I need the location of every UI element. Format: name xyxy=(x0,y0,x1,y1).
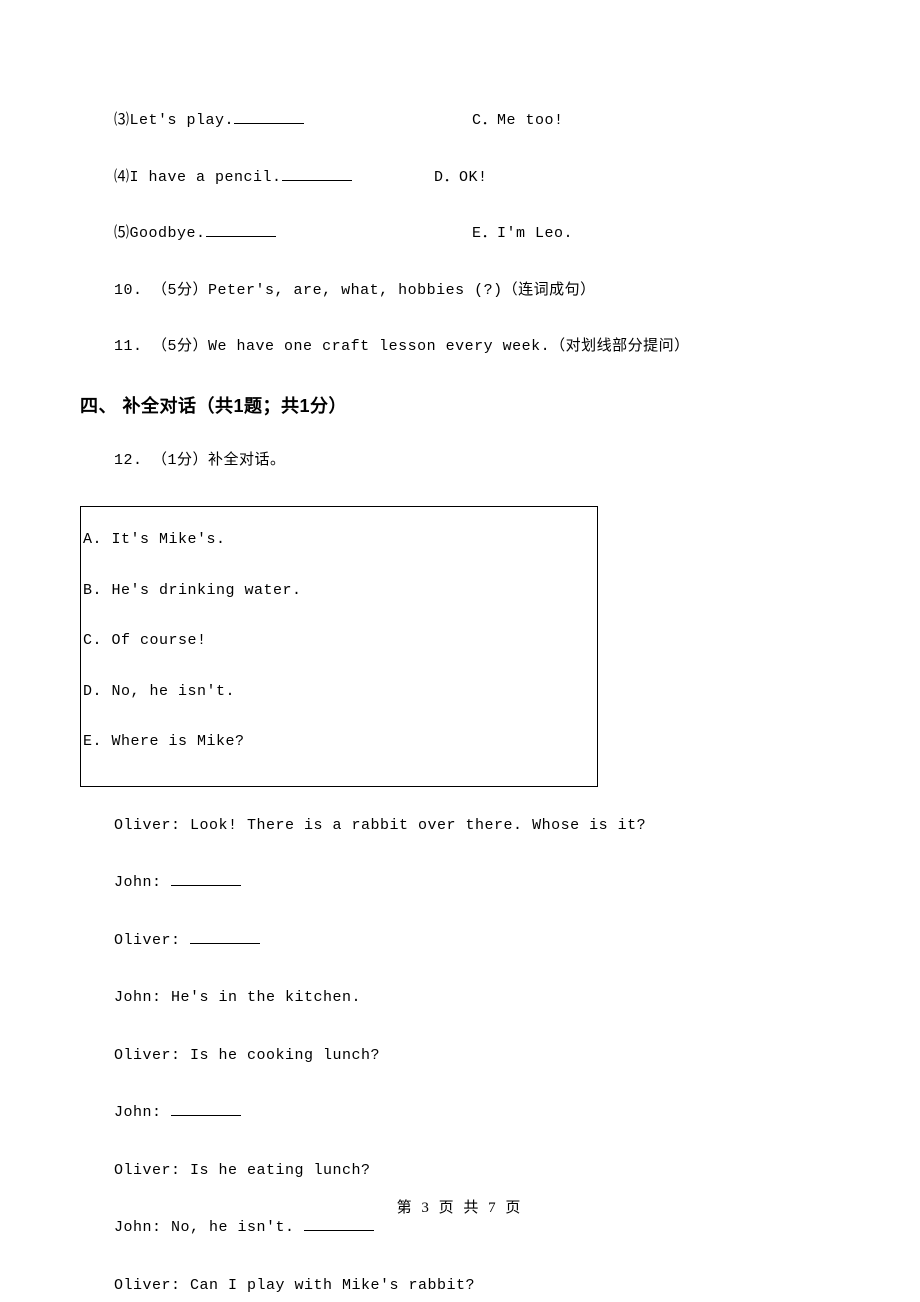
section-4-heading: 四、 补全对话（共1题；共1分） xyxy=(80,393,840,420)
dialog-blank-4[interactable] xyxy=(304,1230,374,1231)
option-d: D. No, he isn't. xyxy=(81,681,597,704)
dialog-blank-2[interactable] xyxy=(190,943,260,944)
dialog-line-7: Oliver: Is he eating lunch? xyxy=(114,1160,840,1183)
blank-3[interactable] xyxy=(234,123,304,124)
match-3-answer: Me too! xyxy=(497,112,564,129)
dialog-line-1: Oliver: Look! There is a rabbit over the… xyxy=(114,815,840,838)
match-3-prefix: ⑶ xyxy=(114,112,130,129)
match-4-label: D． xyxy=(434,169,459,186)
question-10: 10. （5分）Peter's, are, what, hobbies (?)（… xyxy=(114,280,840,303)
match-4-text: I have a pencil. xyxy=(130,169,282,186)
q11-points: （5分） xyxy=(152,338,208,355)
dialog-line-6: John: xyxy=(114,1102,840,1125)
dialog-line-5: Oliver: Is he cooking lunch? xyxy=(114,1045,840,1068)
dialog-line-3: Oliver: xyxy=(114,930,840,953)
match-4-answer: OK! xyxy=(459,169,488,186)
q12-num: 12. xyxy=(114,452,143,469)
q10-num: 10. xyxy=(114,282,143,299)
dialog-blank-3[interactable] xyxy=(171,1115,241,1116)
dialog-line-8-text: John: No, he isn't. xyxy=(114,1219,304,1236)
match-5-text: Goodbye. xyxy=(130,225,206,242)
dialog-line-3-text: Oliver: xyxy=(114,932,190,949)
match-5-prefix: ⑸ xyxy=(114,225,130,242)
dialog-line-9: Oliver: Can I play with Mike's rabbit? xyxy=(114,1275,840,1298)
dialog-blank-1[interactable] xyxy=(171,885,241,886)
option-a: A. It's Mike's. xyxy=(81,529,597,552)
match-5-answer: I'm Leo. xyxy=(497,225,573,242)
option-e: E. Where is Mike? xyxy=(81,731,597,754)
option-c: C. Of course! xyxy=(81,630,597,653)
question-12: 12. （1分）补全对话。 xyxy=(114,450,840,473)
match-5-label: E． xyxy=(472,225,497,242)
match-3-label: C． xyxy=(472,112,497,129)
dialog-line-8: John: No, he isn't. xyxy=(114,1217,840,1240)
page-footer: 第 3 页 共 7 页 xyxy=(0,1197,920,1220)
blank-4[interactable] xyxy=(282,180,352,181)
q11-num: 11. xyxy=(114,338,143,355)
q12-text: 补全对话。 xyxy=(208,452,286,469)
match-row-3: ⑶Let's play. C．Me too! xyxy=(114,110,840,133)
match-4-prefix: ⑷ xyxy=(114,169,130,186)
q10-points: （5分） xyxy=(152,282,208,299)
question-11: 11. （5分）We have one craft lesson every w… xyxy=(114,336,840,359)
match-row-4: ⑷I have a pencil. D．OK! xyxy=(114,167,840,190)
q12-points: （1分） xyxy=(152,452,208,469)
dialog-line-2: John: xyxy=(114,872,840,895)
q11-text: We have one craft lesson every week.（对划线… xyxy=(208,338,690,355)
dialog-line-6-text: John: xyxy=(114,1104,171,1121)
dialog-line-2-text: John: xyxy=(114,874,171,891)
match-3-text: Let's play. xyxy=(130,112,235,129)
option-b: B. He's drinking water. xyxy=(81,580,597,603)
blank-5[interactable] xyxy=(206,236,276,237)
q10-text: Peter's, are, what, hobbies (?)（连词成句） xyxy=(208,282,596,299)
match-row-5: ⑸Goodbye. E．I'm Leo. xyxy=(114,223,840,246)
dialog-line-4: John: He's in the kitchen. xyxy=(114,987,840,1010)
option-box: A. It's Mike's. B. He's drinking water. … xyxy=(80,506,598,787)
